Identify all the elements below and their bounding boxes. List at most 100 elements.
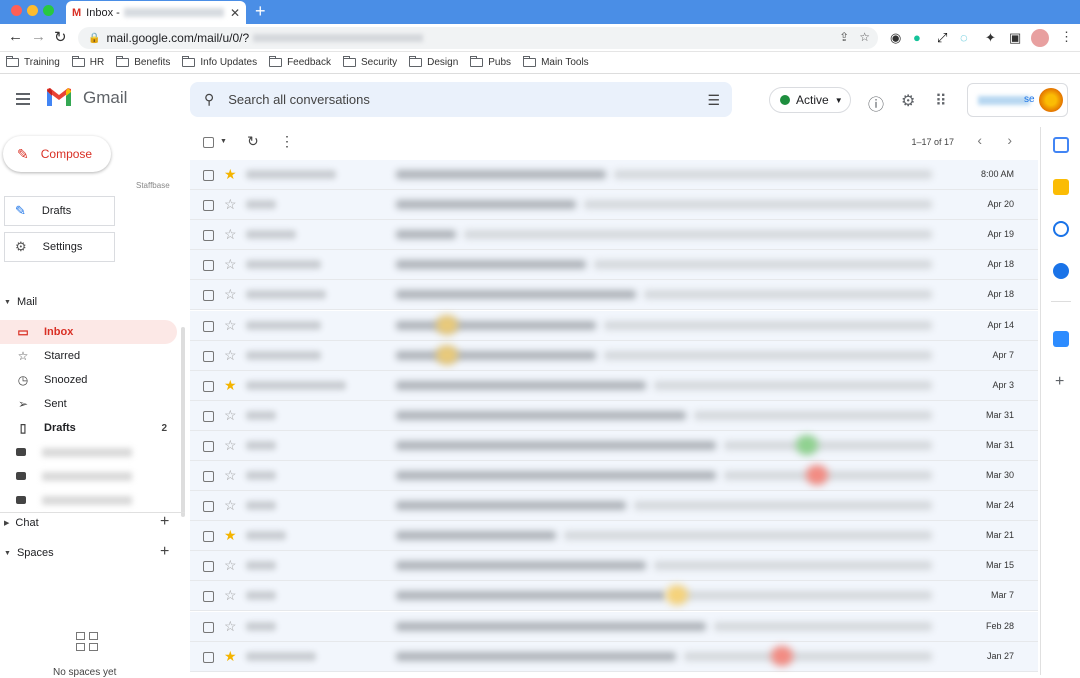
back-arrow-icon[interactable]: ← — [8, 28, 23, 45]
email-row[interactable]: ☆ Mar 7 — [190, 581, 1038, 612]
star-icon[interactable]: ☆ — [224, 497, 237, 514]
row-checkbox[interactable] — [203, 621, 214, 633]
apps-grid-icon[interactable]: ⠿ — [935, 91, 947, 111]
minimize-window-button[interactable] — [27, 5, 38, 16]
row-checkbox[interactable] — [203, 380, 214, 392]
email-row[interactable]: ☆ Mar 31 — [190, 400, 1038, 431]
new-tab-button[interactable]: + — [255, 1, 266, 22]
email-row[interactable]: ★ Jan 27 — [190, 641, 1038, 672]
sidebar-item-sent[interactable]: ➢ Sent — [0, 392, 177, 416]
refresh-icon[interactable]: ↻ — [247, 133, 259, 150]
keep-icon[interactable] — [1053, 179, 1069, 195]
more-options-icon[interactable]: ⋮ — [280, 133, 294, 150]
maximize-window-button[interactable] — [43, 5, 54, 16]
row-checkbox[interactable] — [203, 260, 214, 272]
row-checkbox[interactable] — [203, 471, 214, 482]
star-icon[interactable]: ☆ — [224, 587, 237, 604]
extension-icon[interactable]: ◉ — [890, 30, 901, 46]
row-checkbox[interactable] — [203, 200, 214, 212]
status-dropdown[interactable]: Active ▼ — [769, 87, 851, 113]
grammarly-icon[interactable]: ● — [913, 30, 921, 45]
star-icon[interactable]: ☆ — [224, 557, 237, 574]
settings-button[interactable]: ⚙ Settings — [4, 232, 115, 262]
tasks-icon[interactable] — [1053, 221, 1069, 237]
browser-menu-icon[interactable]: ⋮ — [1060, 29, 1073, 45]
search-input[interactable]: Search all conversations — [228, 92, 370, 107]
email-row[interactable]: ★ 8:00 AM — [190, 160, 1038, 190]
sidepanel-icon[interactable]: ▣ — [1009, 30, 1021, 46]
sidebar-item-drafts[interactable]: ▯ Drafts 2 — [0, 416, 177, 440]
email-row[interactable]: ☆ Mar 30 — [190, 461, 1038, 491]
compose-button[interactable]: ✎ Compose — [3, 136, 111, 172]
email-row[interactable]: ☆ Mar 15 — [190, 551, 1038, 582]
bookmark-design[interactable]: Design — [409, 56, 458, 68]
star-icon[interactable]: ☆ — [224, 467, 237, 484]
row-checkbox[interactable] — [203, 440, 214, 452]
email-row[interactable]: ☆ Apr 14 — [190, 310, 1038, 341]
email-row[interactable]: ☆ Apr 19 — [190, 220, 1038, 251]
star-icon[interactable]: ★ — [224, 377, 237, 394]
sidebar-item-snoozed[interactable]: ◷ Snoozed — [0, 368, 177, 392]
gmail-logo[interactable]: Gmail — [45, 87, 127, 108]
star-icon[interactable]: ☆ — [224, 256, 237, 273]
contacts-icon[interactable] — [1053, 263, 1069, 279]
select-dropdown-icon[interactable]: ▼ — [220, 138, 227, 145]
row-checkbox[interactable] — [203, 501, 214, 513]
star-icon[interactable]: ☆ — [224, 196, 237, 213]
sidebar-label-redacted[interactable] — [0, 440, 177, 464]
new-chat-plus-icon[interactable]: + — [160, 513, 169, 531]
bookmark-pubs[interactable]: Pubs — [470, 56, 511, 68]
star-icon[interactable]: ☆ — [224, 437, 237, 454]
email-row[interactable]: ☆ Feb 28 — [190, 611, 1038, 642]
sidebar-label-redacted[interactable] — [0, 488, 177, 512]
row-checkbox[interactable] — [203, 410, 214, 422]
row-checkbox[interactable] — [203, 320, 214, 332]
bookmark-security[interactable]: Security — [343, 56, 397, 68]
reload-icon[interactable]: ↻ — [54, 28, 67, 46]
star-icon[interactable]: ★ — [224, 648, 237, 665]
row-checkbox[interactable] — [203, 561, 214, 573]
bookmark-main-tools[interactable]: Main Tools — [523, 56, 589, 68]
spaces-section-header[interactable]: ▼ Spaces — [4, 547, 54, 559]
forward-arrow-icon[interactable]: → — [31, 28, 46, 45]
select-all-checkbox[interactable] — [203, 137, 214, 148]
bookmark-info-updates[interactable]: Info Updates — [182, 56, 257, 68]
drafts-button[interactable]: ✎ Drafts — [4, 196, 115, 226]
email-row[interactable]: ☆ Mar 24 — [190, 491, 1038, 522]
row-checkbox[interactable] — [203, 350, 214, 362]
tab-close-icon[interactable]: ✕ — [230, 6, 240, 20]
email-row[interactable]: ★ Apr 3 — [190, 370, 1038, 401]
search-options-icon[interactable]: ☰ — [707, 92, 720, 109]
help-icon[interactable]: ⓘ — [868, 91, 884, 115]
search-bar[interactable]: ⚲ Search all conversations ☰ — [190, 82, 732, 117]
star-icon[interactable]: ☆ — [224, 286, 237, 303]
bookmark-training[interactable]: Training — [6, 56, 60, 68]
next-page-icon[interactable]: › — [1007, 132, 1012, 148]
star-icon[interactable]: ☆ — [224, 226, 237, 243]
main-menu-icon[interactable] — [16, 93, 30, 108]
profile-avatar[interactable] — [1031, 29, 1049, 47]
row-checkbox[interactable] — [203, 170, 214, 181]
row-checkbox[interactable] — [203, 531, 214, 543]
prev-page-icon[interactable]: ‹ — [977, 132, 982, 148]
email-row[interactable]: ☆ Apr 18 — [190, 250, 1038, 281]
star-icon[interactable]: ☆ — [224, 407, 237, 424]
address-bar[interactable]: 🔒 mail.google.com/mail/u/0/? ⇪ ☆ — [78, 27, 878, 49]
star-icon[interactable]: ☆ — [224, 317, 237, 334]
bookmark-hr[interactable]: HR — [71, 56, 104, 68]
account-switcher[interactable]: se — [967, 83, 1068, 117]
expand-icon[interactable]: ⤢ — [937, 30, 947, 46]
gear-icon[interactable]: ⚙ — [901, 91, 915, 111]
avatar[interactable] — [1039, 88, 1063, 112]
calendar-icon[interactable] — [1053, 137, 1069, 153]
star-icon[interactable]: ★ — [224, 527, 237, 544]
email-row[interactable]: ☆ Mar 31 — [190, 430, 1038, 461]
star-icon[interactable]: ☆ — [224, 347, 237, 364]
row-checkbox[interactable] — [203, 651, 214, 663]
bookmark-feedback[interactable]: Feedback — [269, 56, 331, 68]
browser-tab[interactable]: M Inbox - ✕ — [66, 1, 246, 24]
extension2-icon[interactable]: ◌ — [960, 30, 968, 45]
email-row[interactable]: ☆ Apr 7 — [190, 340, 1038, 371]
email-row[interactable]: ☆ Apr 20 — [190, 190, 1038, 221]
bookmark-benefits[interactable]: Benefits — [116, 56, 170, 68]
